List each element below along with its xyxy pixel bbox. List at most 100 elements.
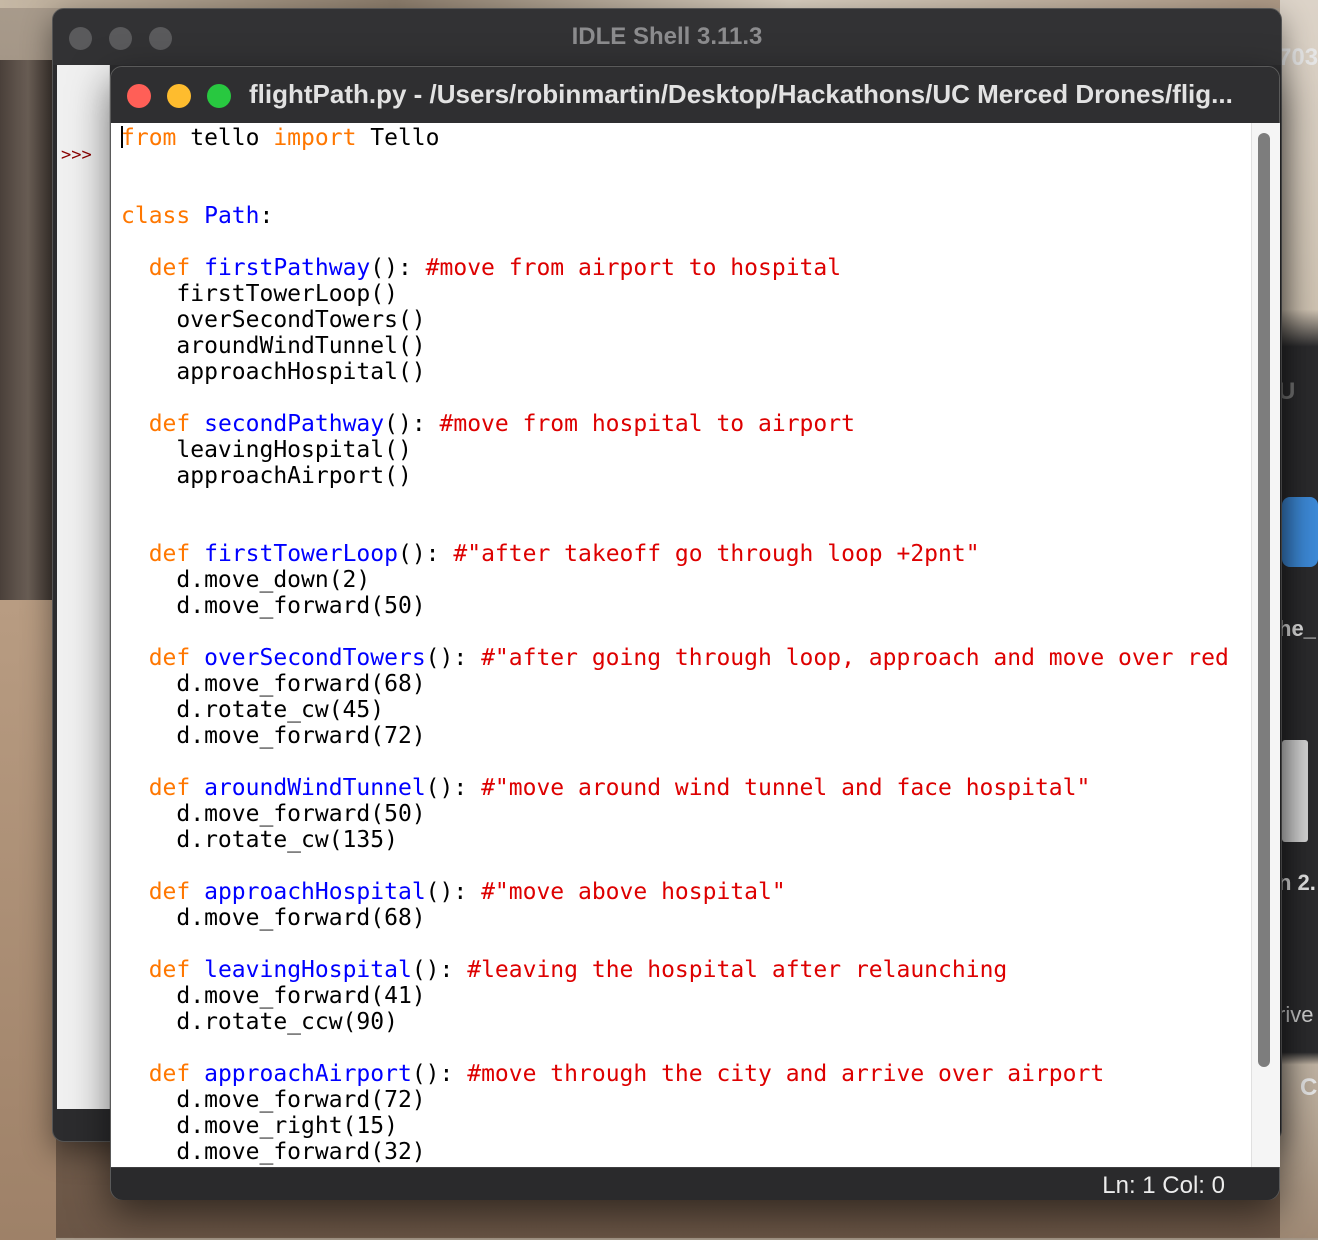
code-line[interactable]: approachHospital() [121,359,1229,385]
scrollbar-thumb[interactable] [1258,133,1270,1067]
comment-token: #move through the city and arrive over a… [467,1061,1105,1087]
code-line[interactable] [121,151,1229,177]
code-token: (): [370,255,426,281]
code-line[interactable] [121,931,1229,957]
code-line[interactable] [121,749,1229,775]
code-line[interactable]: d.rotate_cw(45) [121,697,1229,723]
code-token: d.move_right(15) [121,1113,398,1139]
code-line[interactable] [121,177,1229,203]
keyword-token: def [148,1061,191,1087]
code-line[interactable] [121,489,1229,515]
definition-token: firstTowerLoop [204,541,398,567]
code-token: d.rotate_cw(135) [121,827,398,853]
code-line[interactable] [121,619,1229,645]
background-text: rive [1278,1002,1314,1027]
code-line[interactable] [121,515,1229,541]
code-line[interactable]: d.move_forward(72) [121,723,1229,749]
code-token: : [259,203,274,229]
comment-token: #move from airport to hospital [425,255,842,281]
code-token: d.move_forward(41) [121,983,426,1009]
code-line[interactable]: class Path: [121,203,1229,229]
code-editor[interactable]: from tello import Tello class Path: def … [111,123,1251,1167]
code-token: firstTowerLoop() [121,281,398,307]
code-line[interactable]: leavingHospital() [121,437,1229,463]
code-token: tello [176,125,274,151]
cursor-position: Ln: 1 Col: 0 [1102,1172,1225,1199]
code-line[interactable]: def aroundWindTunnel(): #"move around wi… [121,775,1229,801]
code-line[interactable]: d.move_forward(68) [121,905,1229,931]
code-token: d.rotate_cw(45) [121,697,385,723]
code-token: (): [384,411,440,437]
status-bar: Ln: 1 Col: 0 [111,1167,1279,1200]
code-line[interactable]: d.move_right(15) [121,1113,1229,1139]
code-line[interactable] [121,385,1229,411]
code-token: (): [425,645,482,671]
code-token: leavingHospital() [121,437,412,463]
keyword-token: def [148,775,191,801]
code-line[interactable]: def overSecondTowers(): #"after going th… [121,645,1229,671]
code-line[interactable]: d.rotate_cw(135) [121,827,1229,853]
code-line[interactable]: from tello import Tello [121,125,1229,151]
code-line[interactable]: d.move_forward(72) [121,1087,1229,1113]
code-token: overSecondTowers() [121,307,426,333]
code-line[interactable]: d.move_forward(50) [121,593,1229,619]
code-token: (): [411,1061,468,1087]
code-line[interactable]: d.move_forward(32) [121,1139,1229,1165]
code-line[interactable]: d.move_forward(41) [121,983,1229,1009]
minimize-button[interactable] [167,84,191,108]
code-line[interactable]: firstTowerLoop() [121,281,1229,307]
definition-token: secondPathway [204,411,385,437]
code-token: d.move_forward(72) [121,1087,426,1113]
code-line[interactable]: d.move_forward(68) [121,671,1229,697]
code-line[interactable]: def firstPathway(): #move from airport t… [121,255,1229,281]
code-line[interactable] [121,229,1229,255]
background-blue-panel [1282,497,1318,567]
code-line[interactable]: def firstTowerLoop(): #"after takeoff go… [121,541,1229,567]
shell-titlebar[interactable]: IDLE Shell 3.11.3 [53,9,1281,65]
code-line[interactable] [121,853,1229,879]
code-token: aroundWindTunnel() [121,333,426,359]
definition-token: leavingHospital [204,957,412,983]
keyword-token: import [273,125,357,151]
code-line[interactable]: approachAirport() [121,463,1229,489]
code-token: d.move_forward(50) [121,801,426,827]
code-token: (): [425,775,482,801]
code-line[interactable]: aroundWindTunnel() [121,333,1229,359]
editor-titlebar[interactable]: flightPath.py - /Users/robinmartin/Deskt… [111,67,1279,123]
background-file-icon [1282,740,1308,842]
comment-token: #leaving the hospital after relaunching [467,957,1008,983]
code-token: Tello [356,125,440,151]
shell-window-title: IDLE Shell 3.11.3 [571,23,763,50]
zoom-button[interactable] [207,84,231,108]
shell-prompt: >>> [61,145,92,165]
code-line[interactable]: overSecondTowers() [121,307,1229,333]
code-line[interactable]: d.rotate_ccw(90) [121,1009,1229,1035]
keyword-token: from [121,125,177,151]
close-button[interactable] [127,84,151,108]
code-line[interactable]: def secondPathway(): #move from hospital… [121,411,1229,437]
code-line[interactable]: d.move_forward(50) [121,801,1229,827]
code-line[interactable]: def approachAirport(): #move through the… [121,1061,1229,1087]
code-line[interactable]: d.move_down(2) [121,567,1229,593]
code-line[interactable] [121,1035,1229,1061]
shell-text-area[interactable]: >>> [57,65,110,1109]
vertical-scrollbar[interactable] [1251,123,1280,1167]
code-lines[interactable]: from tello import Tello class Path: def … [121,125,1229,1165]
background-text: C [1300,1074,1318,1101]
code-line[interactable]: def approachHospital(): #"move above hos… [121,879,1229,905]
editor-window[interactable]: flightPath.py - /Users/robinmartin/Deskt… [110,66,1280,1200]
comment-token: #move from hospital to airport [439,411,855,437]
code-line[interactable]: def leavingHospital(): #leaving the hosp… [121,957,1229,983]
code-token: d.move_forward(72) [121,723,426,749]
